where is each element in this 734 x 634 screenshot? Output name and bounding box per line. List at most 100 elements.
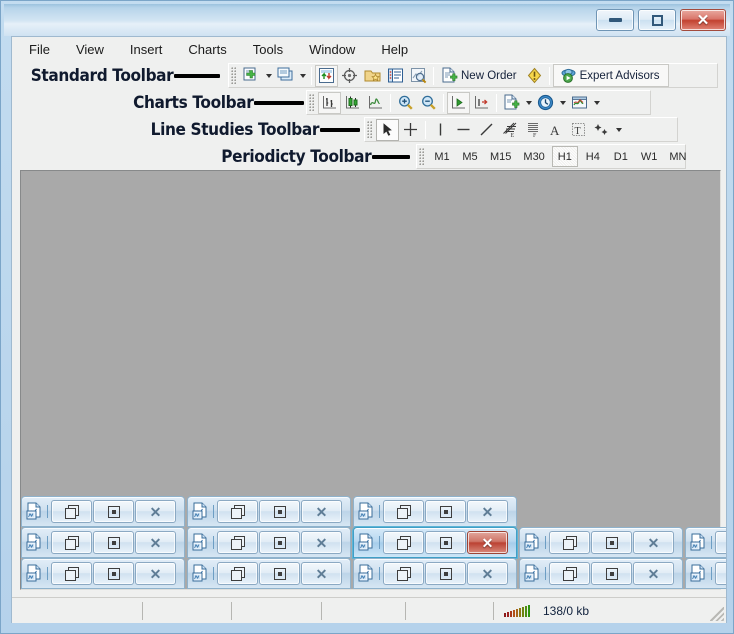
period-button-m15[interactable]: M15 [485, 146, 516, 167]
restore-button[interactable] [217, 500, 258, 523]
bar-chart-button[interactable] [318, 92, 341, 114]
minimized-chart-window[interactable]: ✕ [353, 496, 517, 527]
profiles-button[interactable] [274, 65, 297, 87]
menu-item-help[interactable]: Help [376, 39, 420, 60]
maximize-button[interactable] [259, 531, 300, 554]
indicators-button[interactable] [500, 92, 523, 114]
maximize-button[interactable] [259, 500, 300, 523]
close-button[interactable]: ✕ [633, 562, 674, 585]
restore-button[interactable] [51, 531, 92, 554]
indicators-dropdown-arrow[interactable] [523, 92, 534, 114]
minimized-chart-window[interactable]: ✕ [519, 558, 683, 589]
cursor-button[interactable] [376, 119, 399, 141]
close-button[interactable]: ✕ [467, 531, 508, 554]
minimized-chart-window[interactable]: ✕ [519, 527, 683, 558]
maximize-button[interactable] [259, 562, 300, 585]
fibonacci-fan-button[interactable]: F [521, 119, 544, 141]
menu-item-tools[interactable]: Tools [248, 39, 295, 60]
minimized-chart-window[interactable]: ✕ [187, 527, 351, 558]
maximize-button[interactable] [425, 562, 466, 585]
maximize-button[interactable] [425, 500, 466, 523]
maximize-button[interactable] [93, 531, 134, 554]
minimize-button[interactable] [596, 9, 634, 31]
timeframes-dropdown-arrow[interactable] [557, 92, 568, 114]
minimized-chart-window[interactable]: ✕ [353, 527, 517, 558]
close-button[interactable]: ✕ [135, 562, 176, 585]
restore-button[interactable] [383, 531, 424, 554]
maximize-button[interactable] [93, 562, 134, 585]
terminal-button[interactable] [384, 65, 407, 87]
minimized-chart-window[interactable]: ✕ [187, 496, 351, 527]
new-chart-button[interactable] [240, 65, 263, 87]
period-button-m30[interactable]: M30 [518, 146, 549, 167]
minimized-chart-window[interactable]: ✕ [685, 527, 727, 558]
restore-button[interactable] [715, 531, 727, 554]
close-button[interactable]: ✕ [301, 531, 342, 554]
fibonacci-retracement-button[interactable]: E [498, 119, 521, 141]
period-button-h1[interactable]: H1 [552, 146, 578, 167]
close-button[interactable]: ✕ [135, 531, 176, 554]
menu-item-charts[interactable]: Charts [183, 39, 238, 60]
period-button-mn[interactable]: MN [664, 146, 691, 167]
restore-button[interactable] [383, 562, 424, 585]
maximize-button[interactable] [638, 9, 676, 31]
close-button[interactable]: ✕ [301, 562, 342, 585]
candlestick-chart-button[interactable] [341, 92, 364, 114]
market-watch-button[interactable] [315, 65, 338, 87]
period-button-m5[interactable]: M5 [457, 146, 483, 167]
toolbar-grip[interactable] [309, 94, 315, 112]
toolbar-grip[interactable] [367, 121, 373, 139]
navigator-button[interactable] [361, 65, 384, 87]
minimized-chart-window[interactable]: ✕ [21, 496, 185, 527]
data-window-button[interactable] [338, 65, 361, 87]
restore-button[interactable] [383, 500, 424, 523]
close-button[interactable]: ✕ [135, 500, 176, 523]
shapes-dropdown-arrow[interactable] [613, 119, 624, 141]
toolbar-grip[interactable] [231, 67, 237, 85]
minimized-chart-window[interactable]: ✕ [685, 558, 727, 589]
templates-dropdown-arrow[interactable] [591, 92, 602, 114]
close-button[interactable]: ✕ [680, 9, 726, 31]
restore-button[interactable] [217, 562, 258, 585]
restore-button[interactable] [217, 531, 258, 554]
horizontal-line-button[interactable] [452, 119, 475, 141]
restore-button[interactable] [51, 500, 92, 523]
minimized-chart-window[interactable]: ✕ [21, 527, 185, 558]
close-button[interactable]: ✕ [301, 500, 342, 523]
expert-advisors-button[interactable]: Expert Advisors [556, 65, 666, 87]
restore-button[interactable] [715, 562, 727, 585]
period-button-w1[interactable]: W1 [636, 146, 663, 167]
maximize-button[interactable] [591, 562, 632, 585]
resize-grip[interactable] [710, 607, 724, 621]
trendline-button[interactable] [475, 119, 498, 141]
text-button[interactable]: A [544, 119, 567, 141]
menu-item-file[interactable]: File [24, 39, 62, 60]
strategy-tester-button[interactable] [407, 65, 430, 87]
templates-button[interactable] [568, 92, 591, 114]
alert-button[interactable] [523, 65, 546, 87]
restore-button[interactable] [51, 562, 92, 585]
close-button[interactable]: ✕ [633, 531, 674, 554]
menu-item-view[interactable]: View [71, 39, 116, 60]
vertical-line-button[interactable] [429, 119, 452, 141]
auto-scroll-button[interactable] [447, 92, 470, 114]
maximize-button[interactable] [93, 500, 134, 523]
restore-button[interactable] [549, 531, 590, 554]
period-button-h4[interactable]: H4 [580, 146, 606, 167]
zoom-out-button[interactable] [417, 92, 440, 114]
menu-item-window[interactable]: Window [304, 39, 367, 60]
maximize-button[interactable] [591, 531, 632, 554]
minimized-chart-window[interactable]: ✕ [353, 558, 517, 589]
restore-button[interactable] [549, 562, 590, 585]
new-chart-dropdown-arrow[interactable] [263, 65, 274, 87]
close-button[interactable]: ✕ [467, 562, 508, 585]
new-order-button[interactable]: New Order [437, 65, 523, 87]
minimized-chart-window[interactable]: ✕ [187, 558, 351, 589]
period-button-m1[interactable]: M1 [429, 146, 455, 167]
text-label-button[interactable]: T [567, 119, 590, 141]
maximize-button[interactable] [425, 531, 466, 554]
crosshair-button[interactable] [399, 119, 422, 141]
mdi-workspace[interactable]: ✕✕✕✕✕✕✕✕✕✕✕✕✕ [20, 170, 721, 590]
zoom-in-button[interactable] [394, 92, 417, 114]
line-chart-button[interactable] [364, 92, 387, 114]
